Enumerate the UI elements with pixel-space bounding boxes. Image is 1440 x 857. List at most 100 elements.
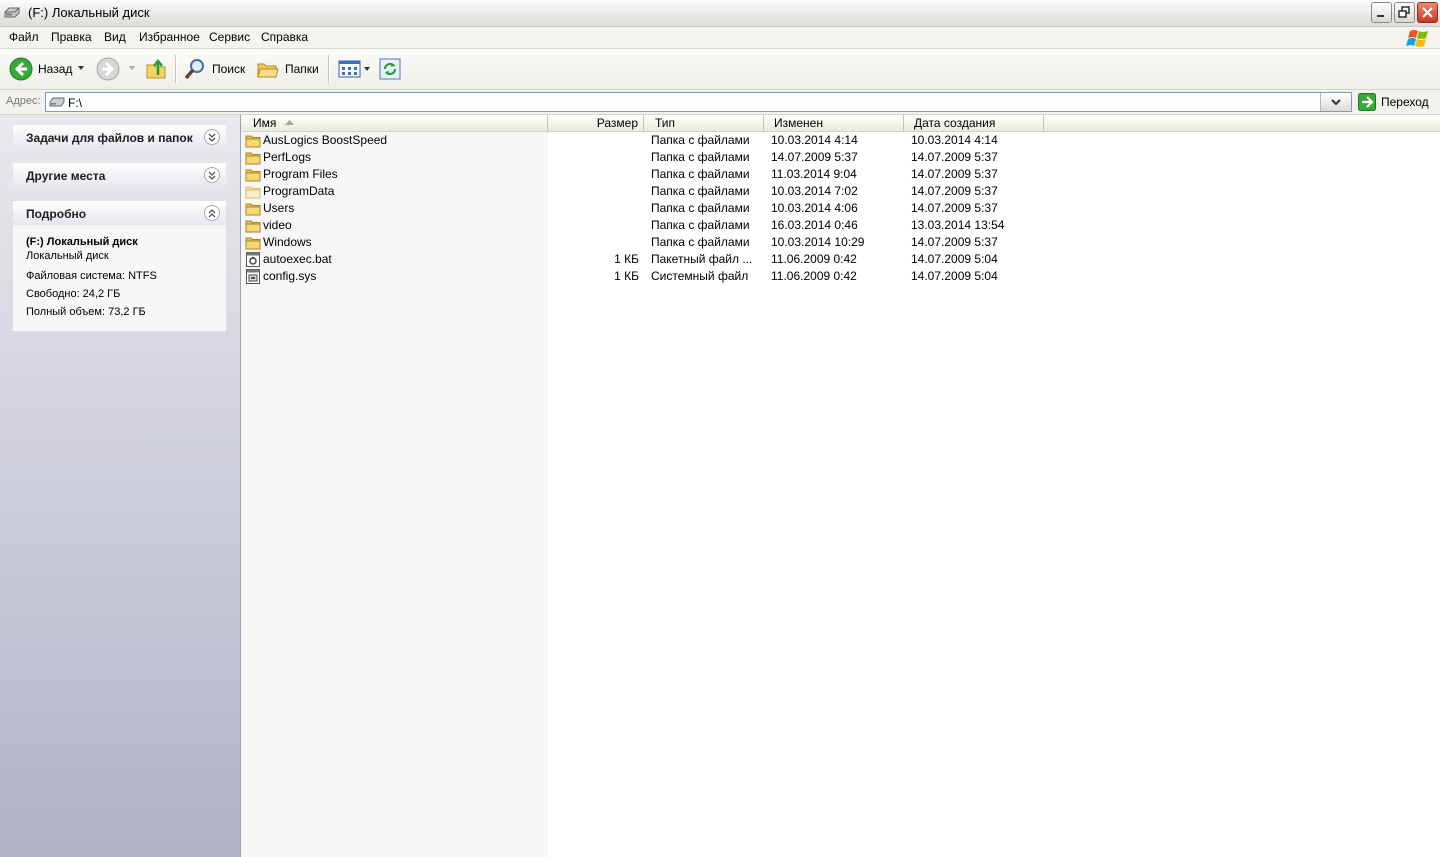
file-modified: 14.07.2009 5:37 xyxy=(771,150,858,164)
details-panel-title: Подробно xyxy=(26,207,87,221)
folder-icon xyxy=(245,150,261,165)
details-drive-name: (F:) Локальный диск xyxy=(26,236,138,248)
minimize-button[interactable] xyxy=(1371,2,1392,23)
go-button[interactable]: Переход xyxy=(1358,92,1429,112)
back-arrow-icon xyxy=(9,57,33,81)
expand-icon[interactable] xyxy=(204,167,220,183)
menu-tools[interactable]: Сервис xyxy=(209,30,250,44)
collapse-icon[interactable] xyxy=(204,205,220,221)
folders-icon xyxy=(257,63,279,78)
file-created: 14.07.2009 5:04 xyxy=(911,252,998,266)
column-header-size[interactable]: Размер xyxy=(548,115,644,131)
batch-file-icon xyxy=(245,252,261,267)
column-header-type[interactable]: Тип xyxy=(644,115,764,131)
details-panel-body: (F:) Локальный диск Локальный диск Файло… xyxy=(13,225,226,331)
chevron-down-icon xyxy=(1331,99,1341,106)
menu-bar: Файл Правка Вид Избранное Сервис Справка xyxy=(0,27,1440,49)
file-name: video xyxy=(263,218,292,232)
close-button[interactable] xyxy=(1417,2,1438,23)
details-panel-header[interactable]: Подробно xyxy=(13,201,226,225)
file-name: config.sys xyxy=(263,269,317,283)
column-header-name[interactable]: Имя xyxy=(241,115,548,131)
file-modified: 10.03.2014 4:06 xyxy=(771,201,858,215)
close-icon xyxy=(1422,7,1433,18)
restore-icon xyxy=(1398,6,1410,18)
file-name: Windows xyxy=(263,235,312,249)
back-dropdown-icon[interactable] xyxy=(78,66,84,70)
file-size: 1 КБ xyxy=(614,252,639,266)
table-row[interactable]: Users Папка с файлами 10.03.2014 4:06 14.07… xyxy=(241,200,1440,217)
details-filesystem: Файловая система: NTFS xyxy=(26,270,157,282)
table-row[interactable]: Windows Папка с файлами 10.03.2014 10:29 14… xyxy=(241,234,1440,251)
views-dropdown-icon[interactable] xyxy=(364,67,370,71)
file-type: Папка с файлами xyxy=(651,133,750,147)
file-name: AusLogics BoostSpeed xyxy=(263,133,388,147)
menu-help[interactable]: Справка xyxy=(261,30,308,44)
folder-up-icon xyxy=(146,58,166,79)
file-created: 10.03.2014 4:14 xyxy=(911,133,998,147)
file-type: Системный файл xyxy=(651,269,749,283)
search-label: Поиск xyxy=(212,62,246,76)
folders-button[interactable]: Папки xyxy=(256,49,319,89)
file-modified: 10.03.2014 10:29 xyxy=(771,235,865,249)
forward-button[interactable] xyxy=(96,49,120,89)
places-panel-header[interactable]: Другие места xyxy=(13,163,226,187)
table-row[interactable]: autoexec.bat 1 КБ Пакетный файл ... 11.06.2… xyxy=(241,251,1440,268)
places-panel: Другие места xyxy=(13,163,226,187)
file-size: 1 КБ xyxy=(614,269,639,283)
table-row[interactable]: video Папка с файлами 16.03.2014 0:46 13.03… xyxy=(241,217,1440,234)
column-header-modified[interactable]: Изменен xyxy=(764,115,904,131)
up-button[interactable] xyxy=(145,49,169,89)
folder-icon xyxy=(245,235,261,250)
address-input[interactable]: F:\ xyxy=(45,92,1352,112)
menu-edit[interactable]: Правка xyxy=(51,30,92,44)
file-type: Папка с файлами xyxy=(651,150,750,164)
file-list[interactable]: Имя Размер Тип Изменен Дата создания Aus… xyxy=(241,115,1440,857)
file-type: Папка с файлами xyxy=(651,235,750,249)
file-type: Пакетный файл ... xyxy=(651,252,753,266)
column-header-created[interactable]: Дата создания xyxy=(904,115,1044,131)
table-row[interactable]: AusLogics BoostSpeed Папка с файлами 10.03… xyxy=(241,132,1440,149)
file-modified: 11.03.2014 9:04 xyxy=(771,167,857,181)
folders-label: Папки xyxy=(285,62,319,76)
menu-favorites[interactable]: Избранное xyxy=(139,30,200,44)
file-type: Папка с файлами xyxy=(651,167,750,181)
go-arrow-icon xyxy=(1358,93,1376,111)
file-name: Program Files xyxy=(263,167,338,181)
folder-icon xyxy=(245,201,261,216)
file-created: 14.07.2009 5:37 xyxy=(911,201,998,215)
file-modified: 11.06.2009 0:42 xyxy=(771,252,857,266)
file-name: PerfLogs xyxy=(263,150,312,164)
address-bar: Адрес: F:\ Переход xyxy=(0,90,1440,115)
menu-view[interactable]: Вид xyxy=(104,30,126,44)
details-panel: Подробно (F:) Локальный диск Локальный д… xyxy=(13,201,226,331)
toolbar-separator xyxy=(328,55,330,83)
table-row[interactable]: Program Files Папка с файлами 11.03.2014 9… xyxy=(241,166,1440,183)
details-drive-type: Локальный диск xyxy=(26,250,109,262)
title-bar[interactable]: (F:) Локальный диск xyxy=(0,0,1440,27)
toolbar: Назад Поиск Папки xyxy=(0,49,1440,90)
drive-icon xyxy=(49,97,65,107)
table-row[interactable]: config.sys 1 КБ Системный файл 11.06.2009 0… xyxy=(241,268,1440,285)
refresh-icon xyxy=(379,58,401,80)
file-modified: 10.03.2014 4:14 xyxy=(771,133,858,147)
search-icon xyxy=(184,59,204,80)
search-button[interactable]: Поиск xyxy=(183,49,245,89)
menu-file[interactable]: Файл xyxy=(9,30,39,44)
restore-button[interactable] xyxy=(1394,2,1415,23)
views-button[interactable] xyxy=(338,49,362,89)
file-type: Папка с файлами xyxy=(651,184,750,198)
refresh-button[interactable] xyxy=(379,49,401,89)
forward-dropdown-icon[interactable] xyxy=(129,66,135,70)
address-value: F:\ xyxy=(68,96,82,110)
table-row[interactable]: PerfLogs Папка с файлами 14.07.2009 5:37 14… xyxy=(241,149,1440,166)
table-row[interactable]: ProgramData Папка с файлами 10.03.2014 7:0… xyxy=(241,183,1440,200)
back-button[interactable]: Назад xyxy=(9,49,72,89)
file-created: 13.03.2014 13:54 xyxy=(911,218,1005,232)
expand-icon[interactable] xyxy=(204,129,220,145)
address-dropdown-button[interactable] xyxy=(1320,93,1351,111)
folder-icon xyxy=(245,133,261,148)
tasks-panel: Задачи для файлов и папок xyxy=(13,125,226,149)
tasks-panel-header[interactable]: Задачи для файлов и папок xyxy=(13,125,226,149)
hidden-folder-icon xyxy=(245,184,261,199)
